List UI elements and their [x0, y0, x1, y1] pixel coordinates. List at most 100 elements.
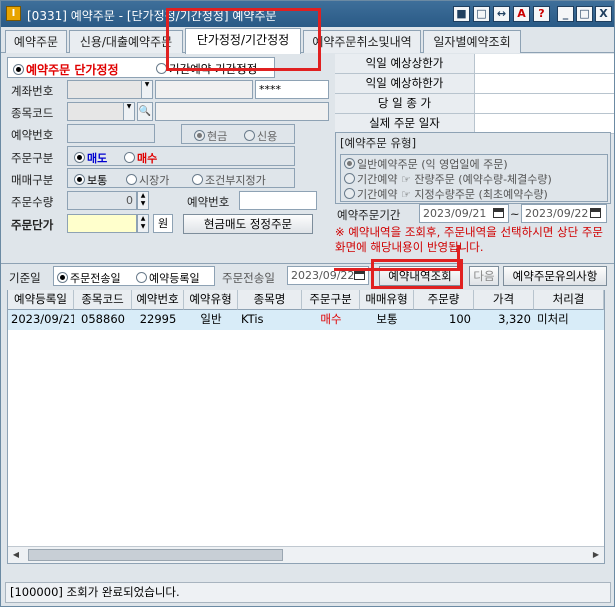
reserve-no2-field[interactable] — [239, 191, 317, 210]
reserve-general-option[interactable]: 일반예약주문 (익 영업일에 주문) — [344, 156, 508, 172]
account-dropdown-icon[interactable]: ▼ — [141, 80, 153, 99]
table-row-stock-code[interactable]: 058860 — [74, 310, 132, 330]
table-row-qty[interactable]: 100 — [414, 310, 474, 330]
scroll-right-icon[interactable]: ▶ — [588, 547, 604, 563]
col-order-type[interactable]: 주문구분 — [302, 290, 360, 310]
won-label: 원 — [153, 214, 173, 233]
base-date-group: 주문전송일 예약등록일 — [53, 266, 215, 286]
tab-daily-query[interactable]: 일자별예약조회 — [423, 30, 521, 53]
link-icon[interactable]: ↔ — [493, 6, 510, 22]
col-stock-code[interactable]: 종목코드 — [74, 290, 132, 310]
base-date-label: 기준일 — [9, 271, 41, 285]
col-reserve-type[interactable]: 예약유형 — [184, 290, 238, 310]
highlight-tab-box — [166, 8, 321, 71]
conditional-option-label: 조건부지정가 — [205, 174, 266, 187]
col-reg-date[interactable]: 예약등록일 — [8, 290, 74, 310]
reserve-fixed-option[interactable]: 기간예약 ☞ 지정수량주문 (최초예약수량) — [344, 186, 548, 202]
radio-icon — [13, 64, 24, 75]
reg-date-option[interactable]: 예약등록일 — [136, 270, 200, 286]
password-input[interactable]: **** — [255, 80, 329, 99]
price-label: 주문단가 — [11, 218, 54, 232]
cash-option[interactable]: 현금 — [194, 128, 227, 144]
search-icon[interactable]: 🔍 — [137, 102, 153, 121]
close-button[interactable]: X — [595, 6, 612, 22]
order-type-group: 매도 매수 — [67, 146, 295, 166]
tab-reserve-order[interactable]: 예약주문 — [5, 30, 67, 53]
period-label: 예약주문기간 — [337, 208, 401, 222]
radio-icon — [344, 173, 355, 184]
credit-option[interactable]: 신용 — [244, 128, 277, 144]
buy-option-label: 매수 — [137, 152, 158, 165]
order-type-label: 주문구분 — [11, 151, 54, 165]
minimize-button[interactable]: _ — [557, 6, 574, 22]
calendar-icon[interactable] — [590, 207, 601, 220]
radio-icon — [192, 174, 203, 185]
send-date-option[interactable]: 주문전송일 — [57, 270, 121, 286]
app-icon: I — [6, 6, 21, 21]
order-date-value — [475, 114, 614, 134]
close-price-label: 당 일 종 가 — [335, 94, 475, 114]
table-row-order-type[interactable]: 매수 — [302, 310, 360, 330]
submit-modify-button[interactable]: 현금매도 정정주문 — [183, 214, 313, 234]
reserve-fixed-label: 기간예약 ☞ 지정수량주문 (최초예약수량) — [357, 188, 548, 201]
radio-icon — [344, 188, 355, 199]
qty-input[interactable]: 0 — [67, 191, 137, 210]
stock-dropdown-icon[interactable]: ▼ — [123, 102, 135, 121]
normal-option[interactable]: 보통 — [74, 172, 107, 188]
horizontal-scrollbar[interactable]: ◀ ▶ — [8, 546, 604, 563]
maximize-button[interactable]: □ — [576, 6, 593, 22]
price-input[interactable] — [67, 214, 137, 233]
col-stock-name[interactable]: 종목명 — [238, 290, 302, 310]
upper-limit-label: 익일 예상상한가 — [335, 54, 475, 74]
cash-option-label: 현금 — [207, 130, 228, 143]
table-row-price[interactable]: 3,320 — [474, 310, 534, 330]
qty-stepper-icon[interactable]: ▲ ▼ — [137, 191, 149, 210]
market-option[interactable]: 시장가 — [126, 172, 169, 188]
radio-icon — [74, 174, 85, 185]
scroll-thumb[interactable] — [28, 549, 283, 561]
result-grid — [7, 290, 605, 564]
buy-option[interactable]: 매수 — [124, 150, 157, 166]
radio-icon — [194, 130, 205, 141]
radio-icon — [126, 174, 137, 185]
radio-icon — [74, 152, 85, 163]
table-row-trade-type[interactable]: 보통 — [360, 310, 414, 330]
scroll-left-icon[interactable]: ◀ — [8, 547, 24, 563]
col-qty[interactable]: 주문량 — [414, 290, 474, 310]
reserve-remaining-option[interactable]: 기간예약 ☞ 잔량주문 (예약수량-체결수량) — [344, 171, 552, 187]
table-row-reserve-no[interactable]: 22995 — [132, 310, 184, 330]
period-separator: ~ — [510, 207, 520, 221]
radio-icon — [344, 158, 355, 169]
reserve-no-field — [67, 124, 155, 143]
col-price[interactable]: 가격 — [474, 290, 534, 310]
table-row-status[interactable]: 미처리 — [534, 310, 604, 330]
calendar-icon[interactable] — [493, 207, 504, 220]
table-row-reg-date[interactable]: 2023/09/21 — [8, 310, 74, 330]
conditional-option[interactable]: 조건부지정가 — [192, 172, 266, 188]
trade-type-label: 매매구분 — [11, 173, 54, 187]
price-stepper-icon[interactable]: ▲ ▼ — [137, 214, 149, 233]
table-row-reserve-type[interactable]: 일반 — [184, 310, 238, 330]
font-icon[interactable]: A — [513, 6, 530, 22]
col-reserve-no[interactable]: 예약번호 — [132, 290, 184, 310]
mode-option-price[interactable]: 예약주문 단가정정 — [13, 61, 119, 78]
col-trade-type[interactable]: 매매유형 — [360, 290, 414, 310]
period-to-value: 2023/09/22 — [525, 207, 589, 220]
reserve-general-label: 일반예약주문 (익 영업일에 주문) — [357, 158, 508, 171]
sell-option-label: 매도 — [87, 152, 108, 165]
screen-icon[interactable]: ■ — [453, 6, 470, 22]
radio-icon — [136, 272, 147, 283]
help-icon[interactable]: ? — [533, 6, 550, 22]
sell-option[interactable]: 매도 — [74, 150, 107, 166]
lower-limit-label: 익일 예상하한가 — [335, 74, 475, 94]
window-icon[interactable]: □ — [473, 6, 490, 22]
trade-type-group: 보통 시장가 조건부지정가 — [67, 168, 295, 188]
reserve-notice-button[interactable]: 예약주문유의사항 — [503, 266, 607, 286]
col-status[interactable]: 처리결 — [534, 290, 604, 310]
table-row-stock-name[interactable]: KTis — [238, 310, 302, 330]
highlight-notice-box — [334, 245, 460, 271]
cash-credit-group: 현금 신용 — [181, 124, 295, 144]
next-button[interactable]: 다음 — [469, 266, 499, 286]
mode-option-price-label: 예약주문 단가정정 — [26, 63, 119, 77]
upper-limit-value — [475, 54, 614, 74]
